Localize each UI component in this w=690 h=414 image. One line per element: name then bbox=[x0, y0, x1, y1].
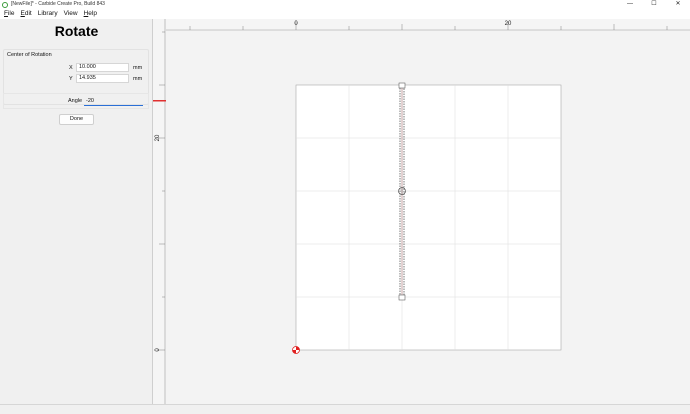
menu-help[interactable]: Help bbox=[81, 9, 100, 19]
handle-bottom[interactable] bbox=[398, 294, 406, 301]
panel-title: Rotate bbox=[54, 23, 99, 39]
menu-library[interactable]: Library bbox=[35, 9, 61, 19]
minimize-button[interactable]: — bbox=[618, 0, 642, 9]
close-button[interactable]: ✕ bbox=[666, 0, 690, 9]
title-bar: [NewFile]* - Carbide Create Pro, Build 8… bbox=[0, 0, 690, 9]
maximize-button[interactable]: ☐ bbox=[642, 0, 666, 9]
top-ruler bbox=[166, 19, 690, 30]
angle-label: Angle bbox=[68, 98, 83, 104]
y-unit: mm bbox=[133, 76, 143, 82]
status-bar bbox=[0, 404, 690, 414]
menu-file[interactable]: File bbox=[0, 9, 18, 19]
x-input[interactable]: 10.000 bbox=[76, 63, 129, 72]
ruler-marker-line bbox=[153, 100, 166, 101]
done-button[interactable]: Done bbox=[59, 114, 94, 125]
center-of-rotation-label: Center of Rotation bbox=[7, 52, 52, 58]
origin-marker-icon bbox=[292, 346, 300, 354]
y-input[interactable]: 14.935 bbox=[76, 74, 129, 83]
rotate-panel: Rotate Center of Rotation X 10.000 mm Y … bbox=[0, 19, 153, 404]
y-label: Y bbox=[69, 76, 73, 82]
angle-input[interactable]: -20 bbox=[84, 97, 143, 106]
design-canvas[interactable]: 0 20 bbox=[166, 19, 690, 404]
handle-top[interactable] bbox=[398, 82, 406, 89]
x-unit: mm bbox=[133, 65, 143, 71]
app-icon bbox=[2, 1, 8, 8]
stock-area[interactable] bbox=[295, 84, 562, 351]
window-controls: — ☐ ✕ bbox=[618, 0, 690, 9]
top-ruler-label-20: 20 bbox=[505, 21, 512, 27]
window-title: [NewFile]* - Carbide Create Pro, Build 8… bbox=[11, 1, 105, 7]
menu-bar: File Edit Library View Help bbox=[0, 9, 690, 19]
menu-view[interactable]: View bbox=[61, 9, 81, 19]
x-label: X bbox=[69, 65, 73, 71]
canvas-svg[interactable]: 0 20 bbox=[166, 19, 690, 404]
left-ruler: 20 0 bbox=[153, 19, 166, 404]
left-ruler-label-20: 20 bbox=[155, 134, 161, 141]
menu-edit[interactable]: Edit bbox=[18, 9, 35, 19]
